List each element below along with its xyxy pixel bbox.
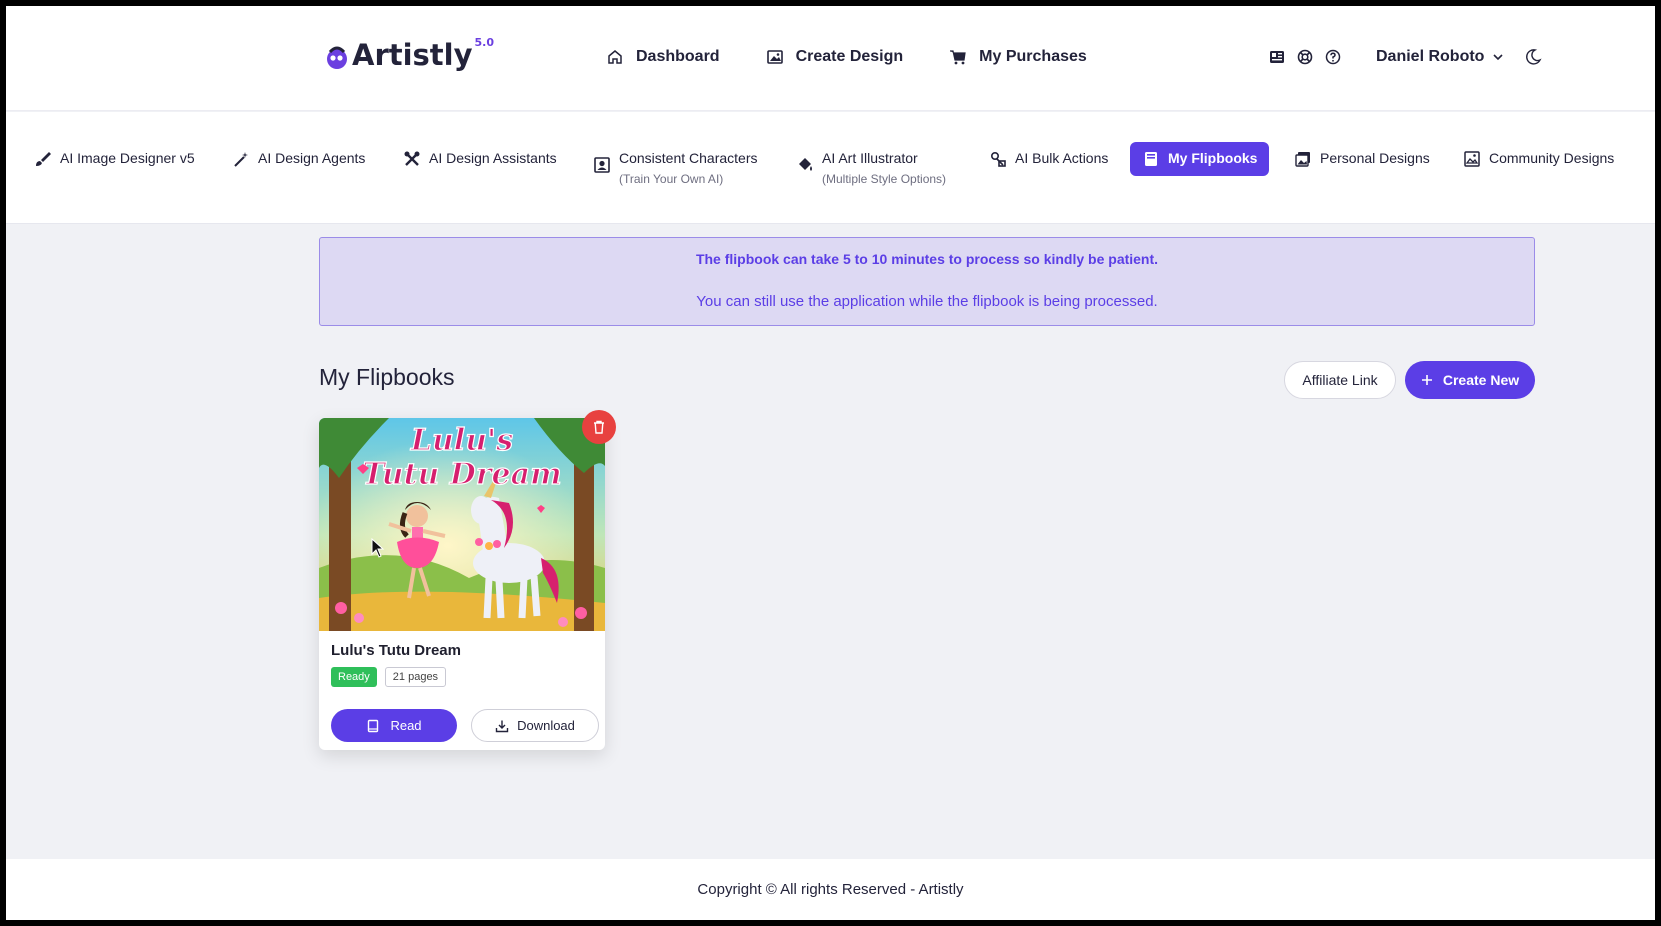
create-new-label: Create New [1442,372,1520,388]
tool-personal-designs[interactable]: Personal Designs [1294,150,1430,168]
help-icon[interactable] [1324,48,1342,66]
brush-icon [36,152,51,166]
affiliate-link-label: Affiliate Link [1302,372,1378,388]
tool-ai-design-agents[interactable]: AI Design Agents [232,150,365,168]
top-header: Artistly 5.0 Dashboard Create Design My … [6,6,1655,111]
tool-text: AI Art Illustrator (Multiple Style Optio… [822,150,946,186]
tool-label: AI Art Illustrator [822,150,918,166]
news-icon[interactable] [1268,48,1286,66]
tool-label: AI Design Assistants [429,150,557,166]
nav-create-design-label: Create Design [795,48,904,65]
tool-sublabel: (Multiple Style Options) [822,172,947,186]
brand-name: Artistly [352,38,473,72]
page-footer: Copyright © All rights Reserved - Artist… [6,859,1655,920]
tool-label: Personal Designs [1320,150,1430,166]
flipbook-badges: Ready 21 pages [331,667,447,687]
nav-my-purchases-label: My Purchases [979,48,1087,65]
chevron-down-icon [1493,54,1504,61]
tool-community-designs[interactable]: Community Designs [1463,150,1614,168]
notice-line-1: The flipbook can take 5 to 10 minutes to… [695,251,1159,267]
delete-flipbook-button[interactable] [582,410,616,444]
trash-icon [594,420,604,434]
nav-my-purchases[interactable]: My Purchases [949,48,1087,66]
notice-line-2: You can still use the application while … [696,293,1158,310]
plus-icon [1421,375,1432,385]
nav-create-design[interactable]: Create Design [766,48,904,66]
tool-label: Community Designs [1489,150,1615,166]
cart-icon [950,50,966,65]
dark-mode-moon-icon[interactable] [1524,48,1542,66]
nav-dashboard-label: Dashboard [636,48,720,65]
tool-label: My Flipbooks [1168,150,1258,166]
download-icon [495,720,509,732]
read-button[interactable]: Read [331,709,457,742]
page-count-badge: 21 pages [384,667,447,687]
cover-title-line-2: Tutu Dream [362,457,562,492]
tools-nav: AI Image Designer v5 AI Design Agents AI… [6,112,1655,224]
brand-logo[interactable]: Artistly 5.0 [324,36,495,72]
flipbook-cover[interactable]: Lulu's Tutu Dream [319,418,605,631]
tools-icon [404,151,420,166]
top-nav: Dashboard Create Design My Purchases [606,48,1087,66]
create-new-button[interactable]: Create New [1405,361,1535,399]
gallery-icon [1295,152,1310,167]
home-icon [608,50,622,64]
download-label: Download [517,718,575,733]
tool-label: AI Bulk Actions [1015,150,1109,166]
flipbook-title: Lulu's Tutu Dream [331,642,461,659]
bulk-shapes-icon [990,151,1006,167]
tool-text: Consistent Characters (Train Your Own AI… [619,150,758,186]
nav-dashboard[interactable]: Dashboard [606,48,720,66]
magic-wand-icon [234,152,248,167]
tool-sublabel: (Train Your Own AI) [619,172,724,186]
flipbook-cover-illustration: Lulu's Tutu Dream [319,418,605,631]
tool-ai-image-designer[interactable]: AI Image Designer v5 [34,150,195,168]
download-button[interactable]: Download [471,709,599,742]
affiliate-link-button[interactable]: Affiliate Link [1284,361,1396,399]
processing-notice: The flipbook can take 5 to 10 minutes to… [319,237,1535,326]
tool-label: Consistent Characters [619,150,758,166]
community-gallery-icon [1464,151,1480,167]
footer-copyright: Copyright © All rights Reserved - Artist… [697,881,964,898]
mouse-cursor-icon [371,538,385,558]
tool-ai-art-illustrator[interactable]: AI Art Illustrator (Multiple Style Optio… [796,150,946,186]
book-icon [368,719,379,732]
page-title: My Flipbooks [319,364,455,390]
tool-ai-design-assistants[interactable]: AI Design Assistants [403,150,557,168]
logo-mark-icon [327,46,347,69]
support-lifebuoy-icon[interactable] [1296,48,1314,66]
paint-bucket-icon [799,158,812,171]
flipbook-card[interactable]: Lulu's Tutu Dream Lulu's Tutu Dream Read… [319,410,616,750]
book-icon [1145,152,1157,166]
image-icon [766,50,783,64]
user-menu[interactable]: Daniel Roboto [1376,48,1504,66]
status-badge: Ready [331,667,377,687]
tool-my-flipbooks[interactable]: My Flipbooks [1130,142,1270,176]
tool-consistent-characters[interactable]: Consistent Characters (Train Your Own AI… [593,150,758,186]
portrait-icon [594,157,610,173]
user-name: Daniel Roboto [1376,48,1485,65]
read-label: Read [390,718,422,733]
header-utilities: Daniel Roboto [1268,48,1504,66]
cover-title-line-1: Lulu's [410,423,513,458]
brand-version: 5.0 [474,36,495,49]
tool-label: AI Image Designer v5 [60,150,195,166]
tool-label: AI Design Agents [258,150,366,166]
app-window: Artistly 5.0 Dashboard Create Design My … [6,6,1655,920]
tool-ai-bulk-actions[interactable]: AI Bulk Actions [989,150,1108,168]
